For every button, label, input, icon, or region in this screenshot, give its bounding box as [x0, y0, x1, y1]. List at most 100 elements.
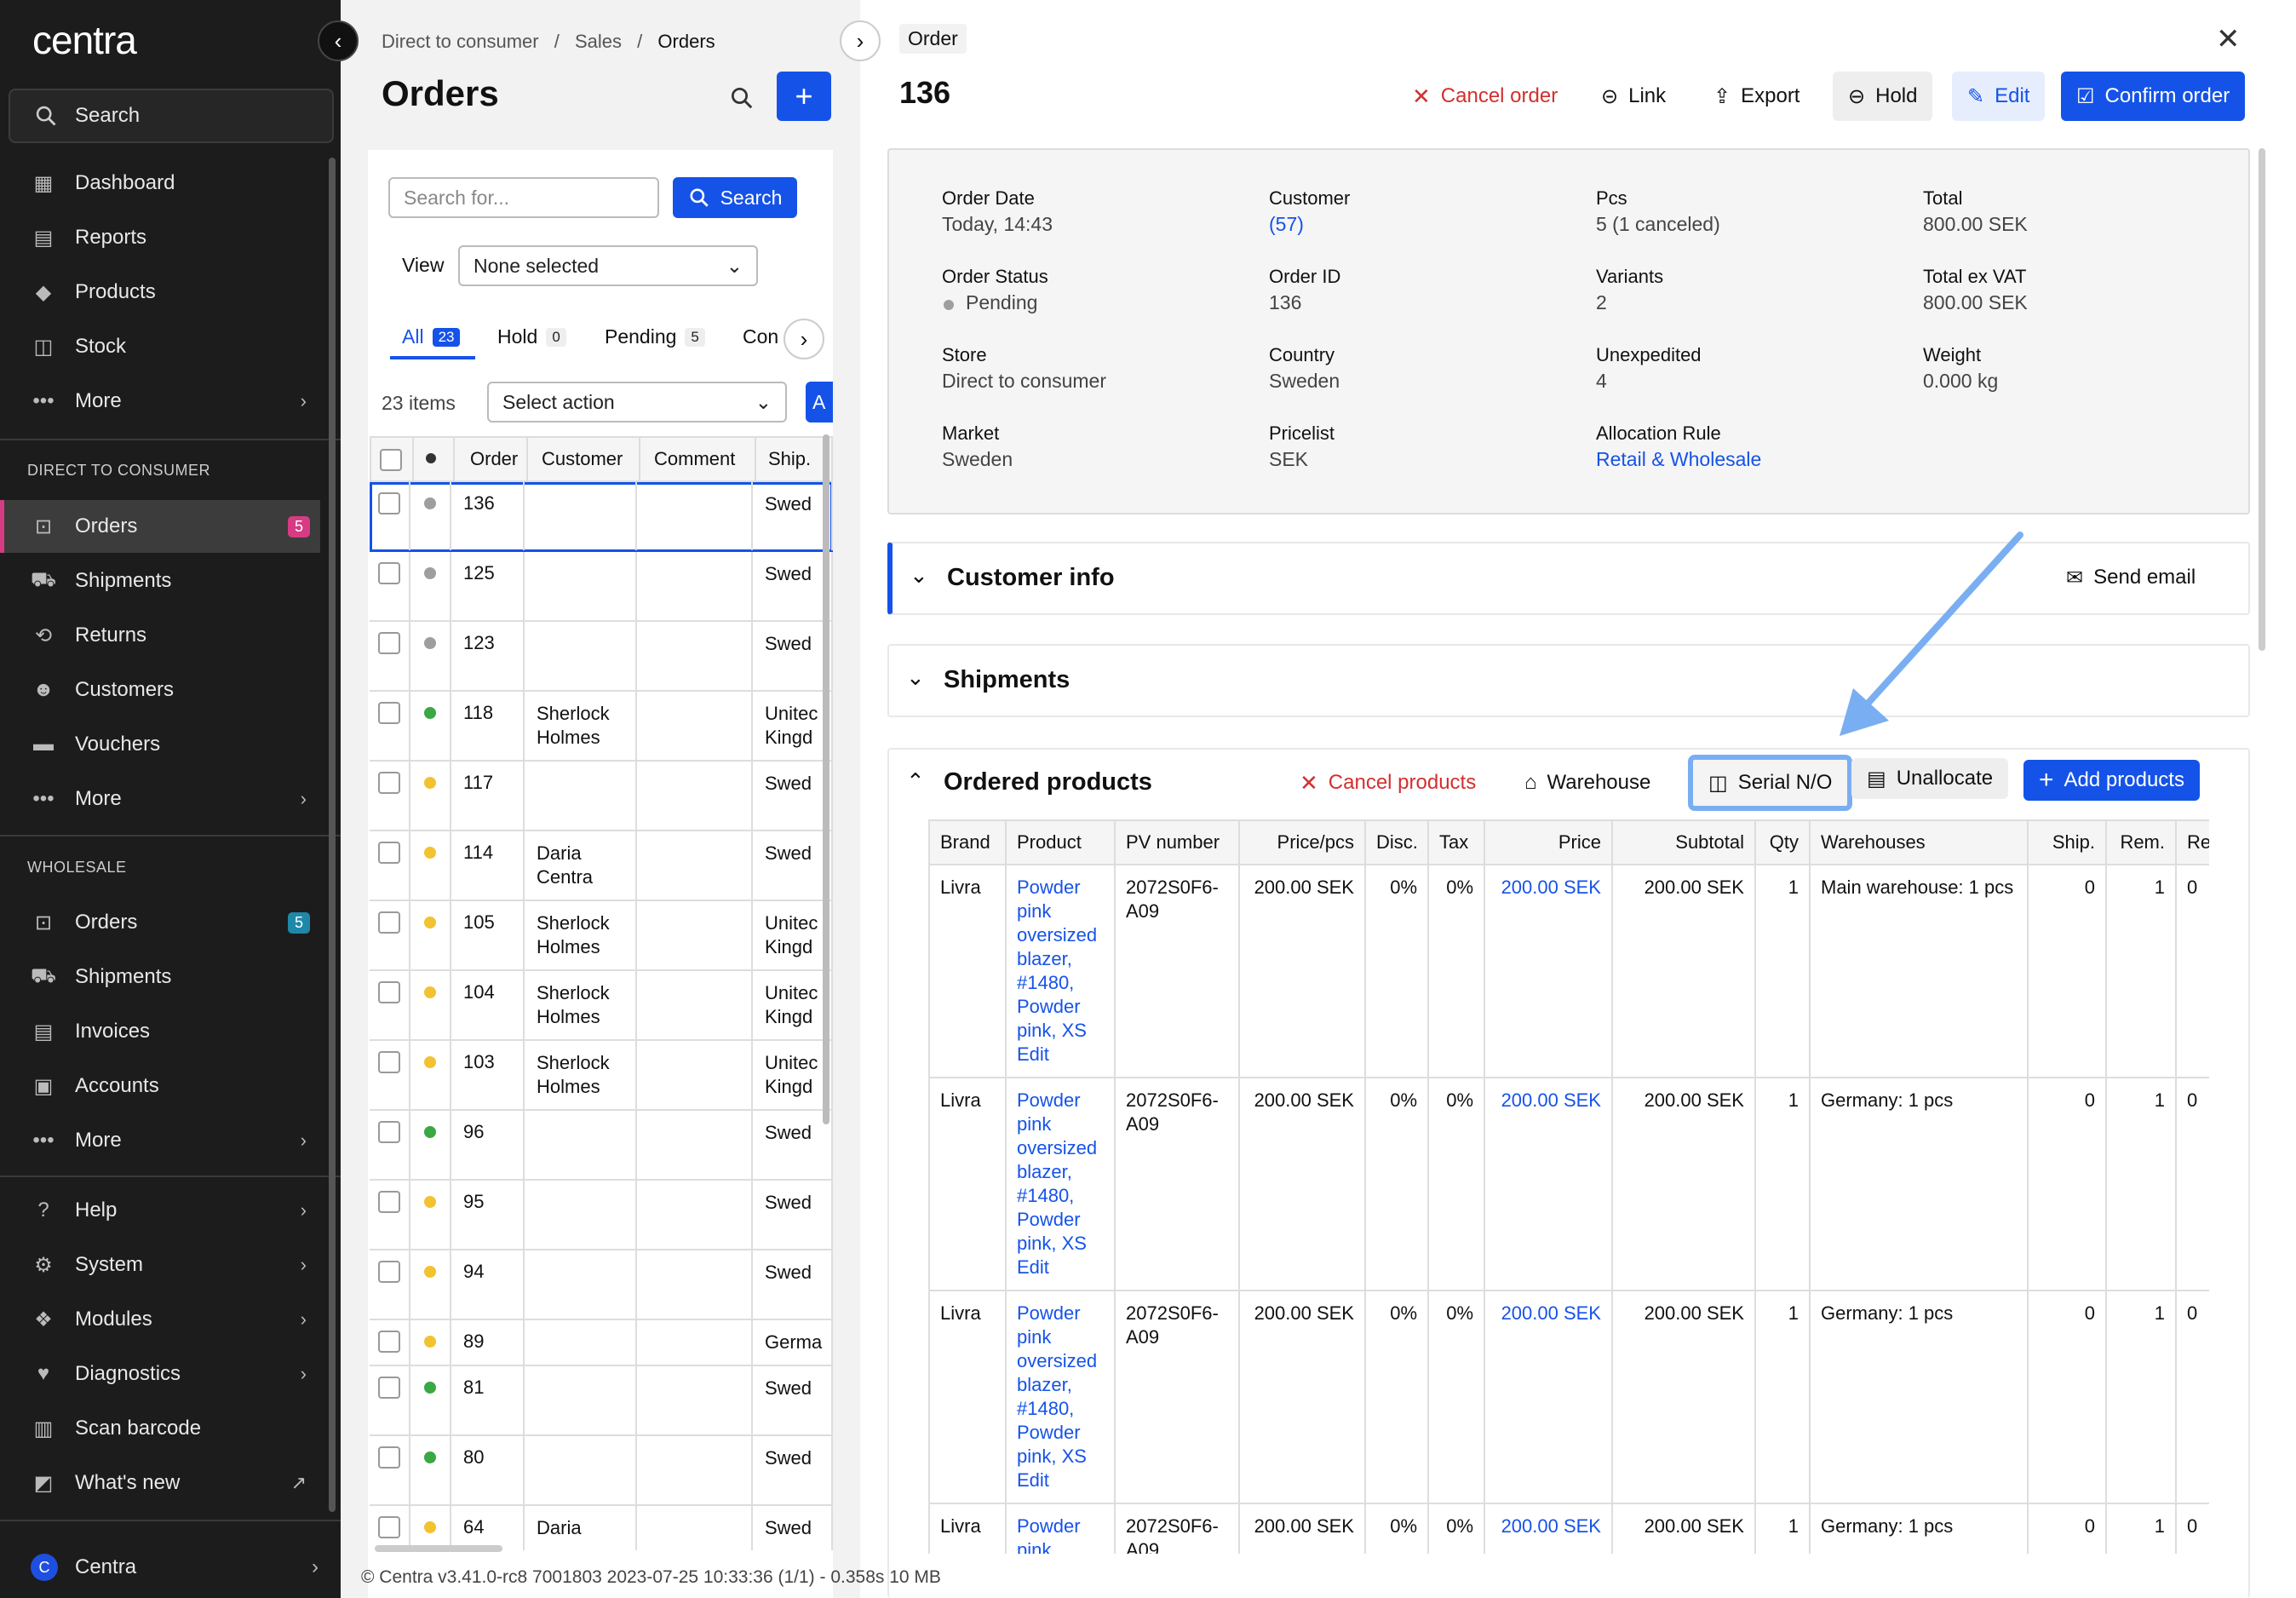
shipments-section[interactable]: ⌄ Shipments — [887, 644, 2250, 717]
row-checkbox[interactable] — [378, 842, 400, 864]
info-value[interactable]: Retail & Wholesale — [1596, 448, 1761, 471]
row-checkbox[interactable] — [378, 1051, 400, 1073]
product-price-cell[interactable]: 200.00 SEK — [1484, 1503, 1613, 1554]
product-column-header[interactable]: Qty — [1754, 819, 1811, 865]
table-row[interactable]: 94 Swed — [370, 1250, 833, 1320]
product-price-cell[interactable]: 200.00 SEK — [1484, 1077, 1613, 1291]
table-row[interactable]: 64 Daria Swed — [370, 1506, 833, 1550]
tab-pending[interactable]: Pending 5 — [605, 325, 705, 348]
product-column-header[interactable]: Ship. — [2027, 819, 2107, 865]
sidebar-scrollbar[interactable] — [329, 158, 336, 1512]
row-checkbox[interactable] — [378, 562, 400, 584]
sidebar-item-products[interactable]: ◆ Products — [0, 266, 320, 319]
product-edit-link[interactable]: Edit — [1017, 1256, 1049, 1278]
product-column-header[interactable]: Warehouses — [1809, 819, 2029, 865]
row-checkbox[interactable] — [378, 1331, 400, 1353]
sidebar-item-wholesale-more[interactable]: ••• More › — [0, 1114, 320, 1167]
product-link[interactable]: Powder pink oversized blazer, #1480, Pow… — [1017, 877, 1097, 1041]
row-checkbox[interactable] — [378, 1516, 400, 1538]
search-button[interactable]: Search — [673, 177, 797, 218]
product-column-header[interactable]: Price/pcs — [1238, 819, 1366, 865]
sidebar-item-dashboard[interactable]: ▦ Dashboard — [0, 157, 320, 210]
send-email-button[interactable]: ✉ Send email — [2066, 566, 2196, 590]
row-checkbox[interactable] — [378, 702, 400, 724]
sidebar-item-wholesale-shipments[interactable]: ⛟ Shipments — [0, 951, 320, 1003]
sidebar-item-dtc-shipments[interactable]: ⛟ Shipments — [0, 555, 320, 607]
warehouse-button[interactable]: ⌂ Warehouse — [1509, 758, 1666, 808]
product-column-header[interactable]: Product — [1005, 819, 1116, 865]
table-row[interactable]: 104 Sherlock Holmes Unitec Kingd — [370, 971, 833, 1041]
tab-hold[interactable]: Hold 0 — [497, 325, 566, 348]
cancel-order-button[interactable]: ✕ Cancel order — [1397, 72, 1573, 121]
sidebar-item-customers[interactable]: ☻ Customers — [0, 664, 320, 716]
sidebar-search[interactable]: Search — [9, 89, 334, 143]
row-checkbox[interactable] — [378, 1191, 400, 1213]
sidebar-item-reports[interactable]: ▤ Reports — [0, 211, 320, 264]
sidebar-item-stock[interactable]: ◫ Stock — [0, 320, 320, 373]
sidebar-footer-account[interactable]: C Centra › — [0, 1537, 341, 1598]
table-row[interactable]: 123 Swed — [370, 622, 833, 692]
sidebar-item-whats-new[interactable]: ◩ What's new ↗ — [0, 1457, 320, 1509]
apply-action-button[interactable]: A — [806, 382, 833, 422]
row-checkbox[interactable] — [378, 632, 400, 654]
sidebar-item-scan-barcode[interactable]: ▥ Scan barcode — [0, 1402, 320, 1455]
unallocate-button[interactable]: ▤ Unallocate — [1851, 758, 2009, 799]
breadcrumb-link[interactable]: Direct to consumer — [382, 31, 539, 52]
sidebar-item-dtc-more[interactable]: ••• More › — [0, 773, 320, 825]
sidebar-item-diagnostics[interactable]: ♥ Diagnostics › — [0, 1348, 320, 1400]
column-header-comment[interactable]: Comment — [654, 448, 735, 470]
tabs-scroll-right-button[interactable]: › — [784, 319, 824, 359]
table-row[interactable]: 117 Swed — [370, 762, 833, 831]
column-header-order[interactable]: Order — [470, 448, 518, 470]
close-icon[interactable]: ✕ — [2216, 22, 2241, 56]
table-row[interactable]: 81 Swed — [370, 1366, 833, 1436]
row-checkbox[interactable] — [378, 1446, 400, 1469]
table-row[interactable]: 89 Germa — [370, 1320, 833, 1366]
hold-button[interactable]: ⊖ Hold — [1833, 72, 1933, 121]
expand-panel-button[interactable]: › — [840, 20, 881, 61]
product-column-header[interactable]: Brand — [928, 819, 1007, 865]
product-price-cell[interactable]: 200.00 SEK — [1484, 1290, 1613, 1504]
select-all-checkbox[interactable] — [380, 449, 402, 471]
table-row[interactable]: 96 Swed — [370, 1111, 833, 1181]
product-edit-link[interactable]: Edit — [1017, 1469, 1049, 1491]
sidebar-item-vouchers[interactable]: ▬ Vouchers — [0, 718, 320, 771]
table-row[interactable]: 125 Swed — [370, 552, 833, 622]
add-order-button[interactable]: + — [777, 72, 831, 121]
product-column-header[interactable]: Subtotal — [1611, 819, 1756, 865]
sidebar-item-accounts[interactable]: ▣ Accounts — [0, 1060, 320, 1112]
product-link[interactable]: Powder pink — [1017, 1515, 1081, 1554]
sidebar-item-modules[interactable]: ❖ Modules › — [0, 1293, 320, 1346]
row-checkbox[interactable] — [378, 1261, 400, 1283]
sidebar-item-invoices[interactable]: ▤ Invoices — [0, 1005, 320, 1058]
orders-table-hscrollbar[interactable] — [375, 1545, 502, 1552]
sidebar-item-system[interactable]: ⚙ System › — [0, 1239, 320, 1291]
export-button[interactable]: ⇪ Export — [1698, 72, 1815, 121]
cancel-products-button[interactable]: ✕ Cancel products — [1284, 758, 1491, 808]
customer-info-section[interactable]: ⌄ Customer info ✉ Send email — [887, 542, 2250, 615]
column-header-ship[interactable]: Ship. — [768, 448, 811, 470]
table-row[interactable]: 114 Daria Centra Swed — [370, 831, 833, 901]
row-checkbox[interactable] — [378, 981, 400, 1003]
product-column-header[interactable]: PV number — [1114, 819, 1240, 865]
product-edit-link[interactable]: Edit — [1017, 1043, 1049, 1065]
table-row[interactable]: 80 Swed — [370, 1436, 833, 1506]
table-row[interactable]: 95 Swed — [370, 1181, 833, 1250]
bulk-action-select[interactable]: Select action ⌄ — [487, 382, 787, 422]
search-input[interactable]: Search for... — [388, 177, 659, 218]
row-checkbox[interactable] — [378, 492, 400, 514]
sidebar-item-returns[interactable]: ⟲ Returns — [0, 609, 320, 662]
search-toggle-button[interactable] — [720, 77, 763, 119]
row-checkbox[interactable] — [378, 1121, 400, 1143]
product-column-header[interactable]: Disc. — [1364, 819, 1429, 865]
product-column-header[interactable]: Rem. — [2105, 819, 2177, 865]
tab-confirmed[interactable]: Con — [743, 325, 778, 348]
collapse-sidebar-button[interactable]: ‹ — [318, 20, 359, 61]
table-row[interactable]: 103 Sherlock Holmes Unitec Kingd — [370, 1041, 833, 1111]
row-checkbox[interactable] — [378, 911, 400, 934]
row-checkbox[interactable] — [378, 772, 400, 794]
sidebar-item-dtc-orders[interactable]: ⊡ Orders 5 — [0, 500, 320, 553]
sidebar-item-more[interactable]: ••• More › — [0, 375, 320, 428]
confirm-order-button[interactable]: ☑ Confirm order — [2061, 72, 2246, 121]
link-button[interactable]: ⊝ Link — [1586, 72, 1681, 121]
